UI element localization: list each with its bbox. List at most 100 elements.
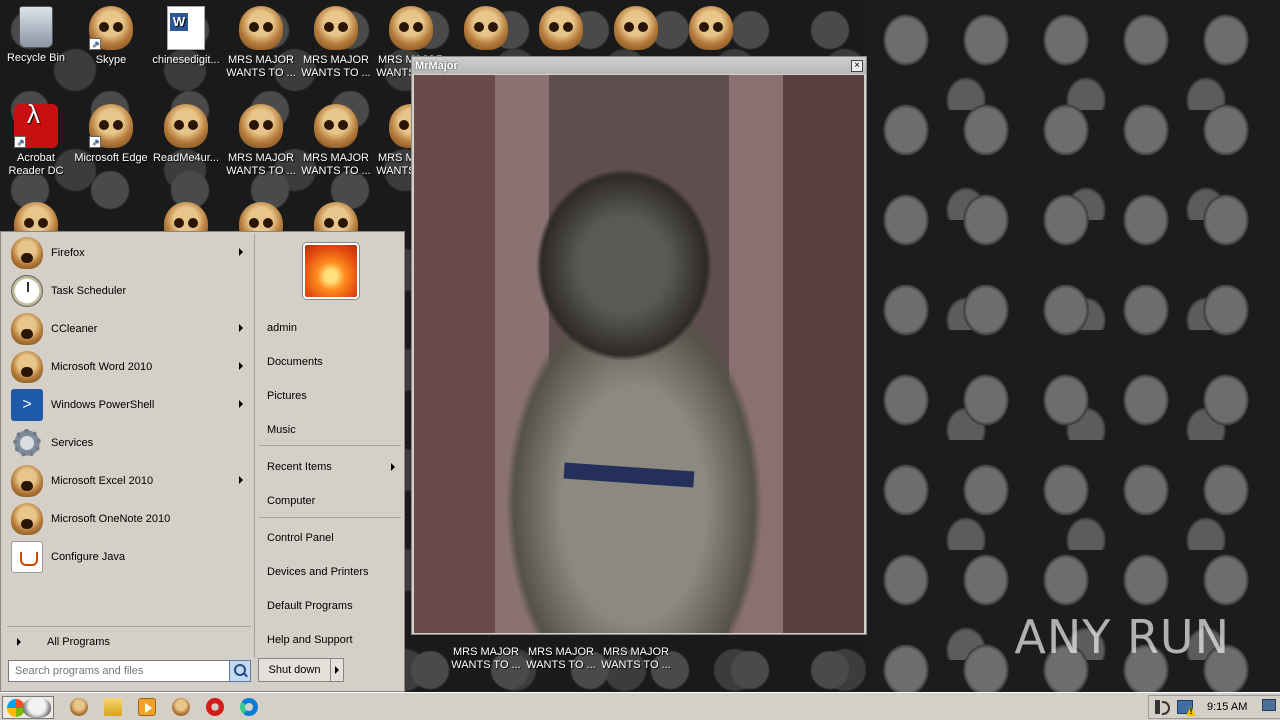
start-item-configure-java[interactable]: Configure Java [3,538,253,576]
desktop-icon-label: MRS MAJOR WANTS TO ... [226,152,296,177]
start-menu-places: admin Documents Pictures Music Recent It… [254,234,404,658]
opera-icon[interactable] [206,698,224,716]
desktop-icon-label[interactable]: MRS MAJOR WANTS TO ... [448,646,524,672]
desktop-icon-mrs-major[interactable]: MRS MAJOR WANTS TO ... [223,104,299,178]
anyrun-watermark: ANY RUN [1014,610,1230,664]
submenu-arrow-icon [239,476,243,484]
start-item-label: Configure Java [51,551,125,563]
desktop-icon-skull[interactable] [598,6,674,54]
shortcut-arrow-icon: ↗ [14,136,26,148]
link-admin[interactable]: admin [255,315,403,341]
desktop-icon-mrs-major[interactable]: MRS MAJOR WANTS TO ... [223,6,299,80]
start-item-ccleaner[interactable]: CCleaner [3,310,253,348]
desktop-icon-mrs-major[interactable]: MRS MAJOR WANTS TO ... [298,6,374,80]
desktop-icon-label[interactable]: MRS MAJOR WANTS TO ... [523,646,599,672]
desktop-icon-skull[interactable] [448,6,524,54]
skull-icon [11,237,43,269]
start-item-firefox[interactable]: Firefox [3,234,253,272]
desktop-icon-label: MRS MAJOR WANTS TO ... [301,54,371,79]
start-button[interactable] [2,696,54,719]
taskbar: 9:15 AM [0,692,1280,720]
link-documents[interactable]: Documents [255,349,403,375]
folder-icon[interactable] [104,698,122,716]
desktop-icon-readme[interactable]: ReadMe4ur... [148,104,224,165]
desktop-icon-skull[interactable] [523,6,599,54]
start-item-label: Task Scheduler [51,285,127,297]
search-icon[interactable] [229,660,251,682]
word-document-icon: W [167,6,205,50]
start-item-excel[interactable]: Microsoft Excel 2010 [3,462,253,500]
link-music[interactable]: Music [255,417,403,443]
desktop-icon-mrs-major[interactable]: MRS MAJOR WANTS TO ... [298,104,374,178]
link-help-support[interactable]: Help and Support [255,627,403,653]
shutdown-label[interactable]: Shut down [259,659,331,681]
start-item-services[interactable]: Services [3,424,253,462]
user-avatar[interactable] [303,243,359,299]
taskbar-skull-icon[interactable] [70,698,88,716]
start-item-label: Windows PowerShell [51,399,155,411]
desktop-icon-skype[interactable]: ↗ Skype [73,6,149,67]
link-control-panel[interactable]: Control Panel [255,525,403,551]
shortcut-arrow-icon: ↗ [89,38,101,50]
submenu-arrow-icon [239,248,243,256]
desktop-icon-label: MRS MAJOR WANTS TO ... [226,54,296,79]
link-label: Recent Items [267,461,332,473]
link-pictures[interactable]: Pictures [255,383,403,409]
start-item-task-scheduler[interactable]: Task Scheduler [3,272,253,310]
acrobat-icon: ↗ [14,104,58,148]
skull-icon [314,104,358,148]
start-item-powershell[interactable]: > Windows PowerShell [3,386,253,424]
taskbar-skull-icon[interactable] [172,698,190,716]
skull-icon: ↗ [89,104,133,148]
mrmajor-window[interactable]: MrMajor × [411,56,867,635]
start-item-label: CCleaner [51,323,98,335]
all-programs-label: All Programs [47,636,110,648]
start-item-label: Firefox [51,247,85,259]
clock[interactable]: 9:15 AM [1207,701,1247,713]
link-computer[interactable]: Computer [255,488,403,514]
link-recent-items[interactable]: Recent Items [255,454,403,480]
show-desktop-icon[interactable] [1262,699,1276,711]
link-devices-printers[interactable]: Devices and Printers [255,559,403,585]
media-player-icon[interactable] [138,698,156,716]
window-titlebar[interactable]: MrMajor × [412,57,866,74]
desktop-icon-acrobat[interactable]: ↗ Acrobat Reader DC [0,104,74,178]
desktop-icon-skull[interactable] [673,6,749,54]
clock-icon [11,275,43,307]
skull-icon [239,104,283,148]
divider [7,626,251,627]
submenu-arrow-icon [239,324,243,332]
desktop-icon-label: Microsoft Edge [74,152,148,164]
start-item-onenote[interactable]: Microsoft OneNote 2010 [3,500,253,538]
shutdown-options-arrow-icon[interactable] [331,659,343,681]
edge-icon[interactable] [240,698,258,716]
desktop-icon-label[interactable]: MRS MAJOR WANTS TO ... [598,646,674,672]
skull-icon [11,351,43,383]
network-warning-icon[interactable] [1177,700,1193,714]
desktop-icon-label: Skype [95,54,127,66]
start-menu-programs: Firefox Task Scheduler CCleaner Microsof… [3,234,253,658]
start-item-label: Microsoft OneNote 2010 [51,513,171,525]
search-input[interactable] [8,660,230,682]
desktop-icon-chinesedigit[interactable]: W chinesedigit... [148,6,224,67]
start-item-word[interactable]: Microsoft Word 2010 [3,348,253,386]
all-programs-button[interactable]: All Programs [5,630,253,654]
shutdown-button[interactable]: Shut down [258,658,344,682]
gear-icon [11,427,43,459]
powershell-icon: > [11,389,43,421]
speaker-icon[interactable] [1155,700,1171,715]
start-item-label: Services [51,437,94,449]
desktop-icon-microsoft-edge[interactable]: ↗ Microsoft Edge [73,104,149,165]
skull-icon [689,6,733,50]
desktop-icon-label: MRS MAJOR WANTS TO ... [301,152,371,177]
link-default-programs[interactable]: Default Programs [255,593,403,619]
skull-icon [11,313,43,345]
desktop-icon-label: Acrobat Reader DC [8,152,64,177]
desktop-icon-recycle-bin[interactable]: Recycle Bin [0,6,74,65]
skull-icon [239,6,283,50]
recycle-bin-icon [19,6,53,48]
submenu-arrow-icon [391,463,395,471]
close-button[interactable]: × [851,59,863,72]
skull-icon [389,6,433,50]
skull-icon: ↗ [89,6,133,50]
